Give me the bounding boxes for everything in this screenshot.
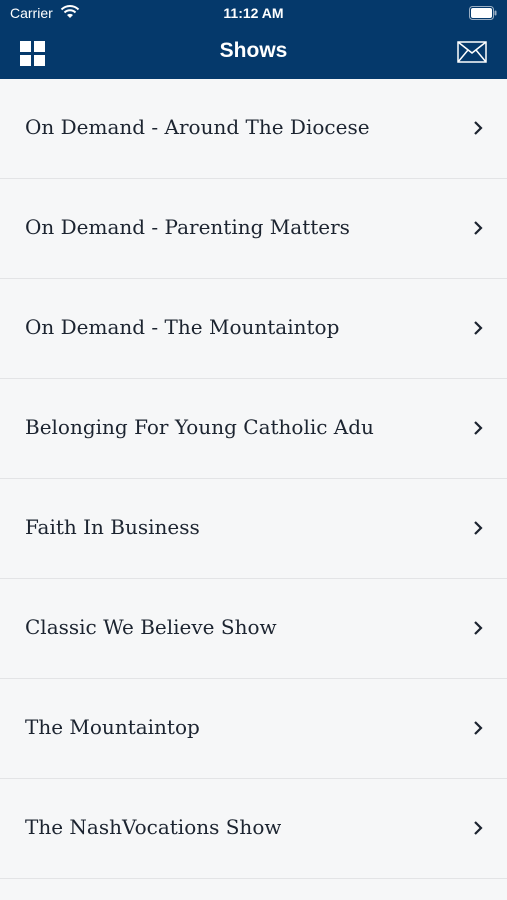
mail-icon[interactable] xyxy=(457,41,487,63)
list-item-label: Belonging For Young Catholic Adu xyxy=(25,415,374,439)
list-item-label: On Demand - The Mountaintop xyxy=(25,315,340,339)
list-item-label: The NashVocations Show xyxy=(25,815,282,839)
chevron-right-icon xyxy=(474,221,483,235)
chevron-right-icon xyxy=(474,621,483,635)
list-item[interactable]: On Demand - The Mountaintop xyxy=(0,279,507,379)
list-item-label: Faith In Business xyxy=(25,515,200,539)
header: Carrier 11:12 AM Shows xyxy=(0,0,507,79)
chevron-right-icon xyxy=(474,321,483,335)
list-item[interactable]: Belonging For Young Catholic Adu xyxy=(0,379,507,479)
list-item[interactable]: The Mountaintop xyxy=(0,679,507,779)
list-item-label: On Demand - Around The Diocese xyxy=(25,115,370,139)
list-item[interactable]: Faith In Business xyxy=(0,479,507,579)
list-item[interactable]: Classic We Believe Show xyxy=(0,579,507,679)
list-item-label: Classic We Believe Show xyxy=(25,615,277,639)
nav-bar: Shows xyxy=(0,28,507,79)
page-title: Shows xyxy=(219,39,288,62)
shows-list: On Demand - Around The Diocese On Demand… xyxy=(0,79,507,879)
list-item-label: On Demand - Parenting Matters xyxy=(25,215,350,239)
chevron-right-icon xyxy=(474,721,483,735)
battery-icon xyxy=(469,6,497,20)
status-time: 11:12 AM xyxy=(223,5,284,21)
chevron-right-icon xyxy=(474,521,483,535)
chevron-right-icon xyxy=(474,821,483,835)
list-item-label: The Mountaintop xyxy=(25,715,200,739)
list-item[interactable]: On Demand - Around The Diocese xyxy=(0,79,507,179)
list-item[interactable]: On Demand - Parenting Matters xyxy=(0,179,507,279)
list-item[interactable]: The NashVocations Show xyxy=(0,779,507,879)
chevron-right-icon xyxy=(474,421,483,435)
status-bar: Carrier 11:12 AM xyxy=(0,0,507,28)
chevron-right-icon xyxy=(474,121,483,135)
